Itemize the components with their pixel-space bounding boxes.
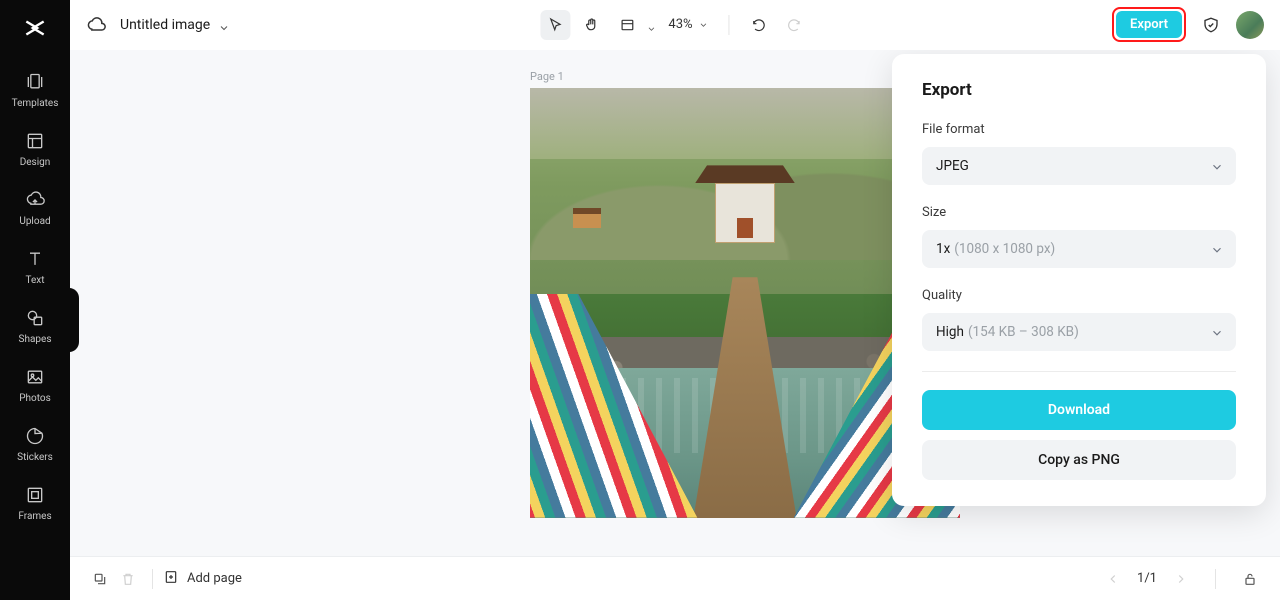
sidebar-item-text[interactable]: Text bbox=[19, 237, 51, 296]
sidebar-item-upload[interactable]: Upload bbox=[15, 178, 54, 237]
chevron-down-icon bbox=[699, 19, 711, 31]
pager: 1/1 bbox=[1099, 565, 1195, 593]
canvas-size-tool[interactable] bbox=[612, 10, 658, 40]
size-select[interactable]: 1x(1080 x 1080 px) bbox=[922, 230, 1236, 268]
chevron-down-icon bbox=[1210, 160, 1222, 172]
page-indicator: 1/1 bbox=[1137, 571, 1157, 586]
quality-label: Quality bbox=[922, 288, 1236, 303]
panel-divider bbox=[922, 371, 1236, 372]
sidebar-label: Design bbox=[20, 157, 51, 168]
sidebar-item-shapes[interactable]: Shapes bbox=[15, 296, 56, 355]
undo-button[interactable] bbox=[744, 10, 774, 40]
export-panel-title: Export bbox=[922, 80, 1236, 100]
frames-icon bbox=[23, 483, 47, 507]
bottombar-divider bbox=[1215, 569, 1216, 589]
chevron-down-icon bbox=[1210, 326, 1222, 338]
toolbar-divider bbox=[729, 15, 730, 35]
delete-button bbox=[114, 565, 142, 593]
center-toolbar: 43% bbox=[540, 10, 809, 40]
left-sidebar: Templates Design Upload Text Shapes Phot… bbox=[0, 0, 70, 600]
format-select[interactable]: JPEG bbox=[922, 147, 1236, 185]
chevron-down-icon bbox=[218, 19, 230, 31]
upload-icon bbox=[23, 188, 47, 212]
document-title[interactable]: Untitled image bbox=[120, 17, 230, 33]
sidebar-label: Templates bbox=[12, 98, 59, 109]
sidebar-item-design[interactable]: Design bbox=[16, 119, 55, 178]
export-panel: Export File format JPEG Size 1x(1080 x 1… bbox=[892, 54, 1266, 506]
hand-tool[interactable] bbox=[576, 10, 606, 40]
redo-button[interactable] bbox=[780, 10, 810, 40]
topbar: Untitled image 43% Export bbox=[70, 0, 1280, 50]
canvas-area[interactable]: Page 1 Export File format JPEG bbox=[70, 50, 1280, 556]
page-label: Page 1 bbox=[530, 70, 564, 83]
quality-select[interactable]: High(154 KB – 308 KB) bbox=[922, 313, 1236, 351]
export-button[interactable]: Export bbox=[1116, 11, 1182, 38]
add-page-button[interactable]: Add page bbox=[163, 569, 242, 589]
quality-value: High bbox=[936, 324, 964, 340]
sidebar-label: Text bbox=[25, 275, 44, 286]
sidebar-item-templates[interactable]: Templates bbox=[8, 60, 63, 119]
sidebar-label: Shapes bbox=[19, 334, 52, 345]
title-text: Untitled image bbox=[120, 17, 210, 33]
shapes-icon bbox=[23, 306, 47, 330]
design-icon bbox=[23, 129, 47, 153]
cursor-tool[interactable] bbox=[540, 10, 570, 40]
bottombar: Add page 1/1 bbox=[70, 556, 1280, 600]
sidebar-label: Frames bbox=[18, 511, 51, 522]
main-area: Untitled image 43% Export bbox=[70, 0, 1280, 600]
user-avatar[interactable] bbox=[1236, 11, 1264, 39]
next-page-button bbox=[1167, 565, 1195, 593]
sidebar-item-photos[interactable]: Photos bbox=[15, 355, 55, 414]
size-hint: (1080 x 1080 px) bbox=[954, 241, 1055, 257]
sidebar-label: Upload bbox=[19, 216, 50, 227]
photos-icon bbox=[23, 365, 47, 389]
add-page-label: Add page bbox=[187, 571, 242, 586]
size-value: 1x bbox=[936, 241, 950, 257]
text-icon bbox=[23, 247, 47, 271]
copy-png-button[interactable]: Copy as PNG bbox=[922, 440, 1236, 480]
templates-icon bbox=[23, 70, 47, 94]
sidebar-item-frames[interactable]: Frames bbox=[14, 473, 55, 532]
app-logo[interactable] bbox=[21, 14, 49, 42]
shield-button[interactable] bbox=[1196, 10, 1226, 40]
format-value: JPEG bbox=[936, 158, 969, 174]
bottombar-right: 1/1 bbox=[1099, 565, 1264, 593]
cloud-sync-icon[interactable] bbox=[86, 15, 106, 35]
layers-button[interactable] bbox=[86, 565, 114, 593]
bottombar-divider bbox=[152, 569, 153, 589]
download-button[interactable]: Download bbox=[922, 390, 1236, 430]
chevron-down-icon bbox=[646, 19, 658, 31]
chevron-down-icon bbox=[1210, 243, 1222, 255]
sidebar-expand-handle[interactable] bbox=[70, 288, 79, 352]
prev-page-button bbox=[1099, 565, 1127, 593]
right-toolbar: Export bbox=[1112, 7, 1264, 42]
quality-hint: (154 KB – 308 KB) bbox=[968, 324, 1079, 340]
sidebar-label: Photos bbox=[19, 393, 51, 404]
zoom-value: 43% bbox=[668, 17, 692, 32]
lock-button[interactable] bbox=[1236, 565, 1264, 593]
add-page-icon bbox=[163, 569, 179, 589]
format-label: File format bbox=[922, 122, 1236, 137]
zoom-level[interactable]: 43% bbox=[668, 17, 710, 32]
sidebar-item-stickers[interactable]: Stickers bbox=[13, 414, 57, 473]
sidebar-label: Stickers bbox=[17, 452, 53, 463]
size-label: Size bbox=[922, 205, 1236, 220]
export-button-highlight: Export bbox=[1112, 7, 1186, 42]
stickers-icon bbox=[23, 424, 47, 448]
